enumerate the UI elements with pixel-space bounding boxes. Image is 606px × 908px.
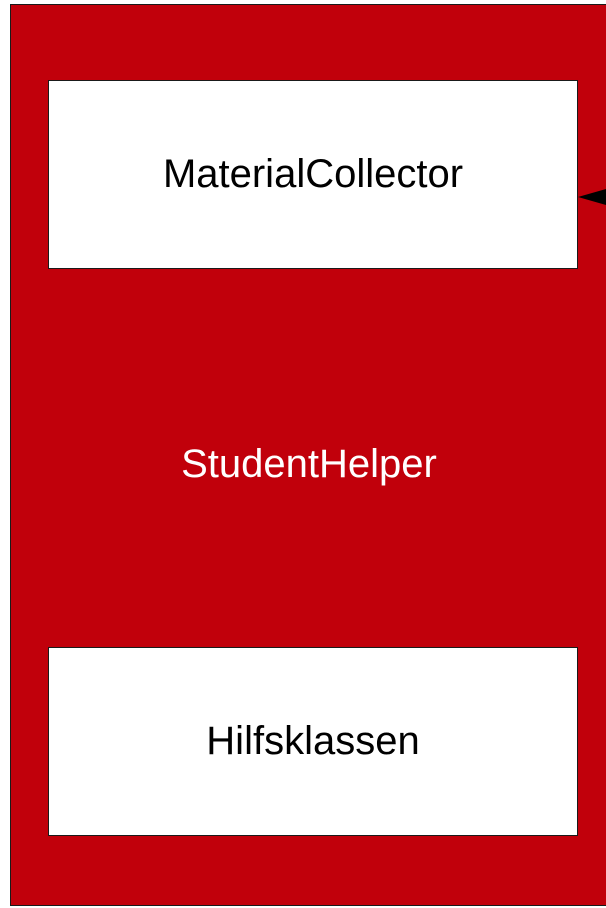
- diagram-canvas: MaterialCollector StudentHelper Hilfskla…: [0, 0, 606, 908]
- materialcollector-label: MaterialCollector: [162, 152, 464, 196]
- hilfsklassen-box: Hilfsklassen: [48, 647, 578, 836]
- hilfsklassen-label: Hilfsklassen: [206, 719, 420, 763]
- arrowhead-icon: [578, 189, 606, 205]
- studenthelper-label: StudentHelper: [181, 441, 437, 486]
- materialcollector-box: MaterialCollector: [48, 80, 578, 269]
